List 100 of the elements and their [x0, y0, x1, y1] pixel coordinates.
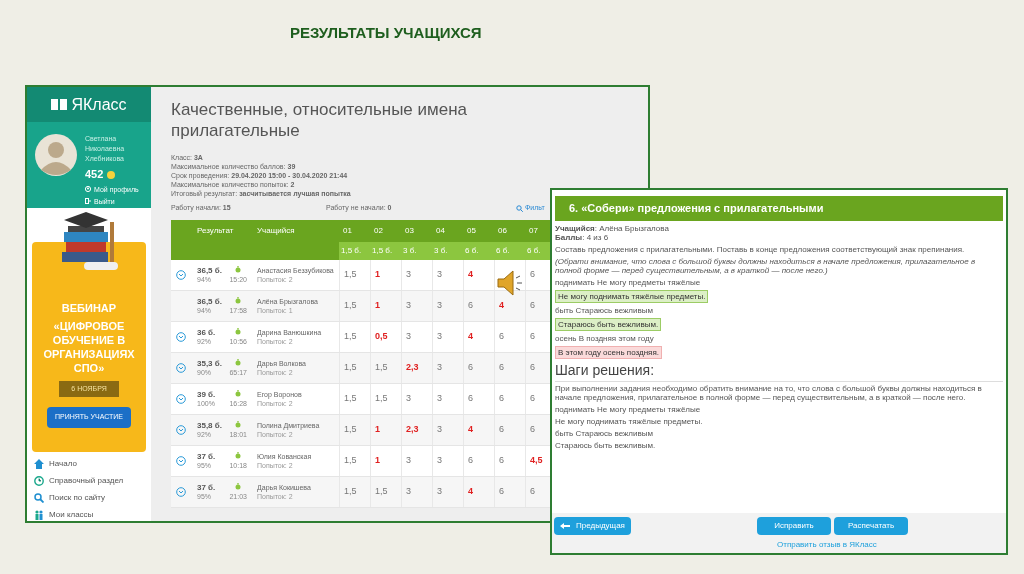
- correct-answer: Не могу поднимать тяжёлые предметы.: [555, 289, 709, 303]
- expand-icon[interactable]: [176, 331, 186, 342]
- expand-icon[interactable]: [176, 362, 186, 373]
- speaker-icon[interactable]: [495, 268, 525, 298]
- search-icon: [34, 493, 44, 503]
- exit-icon: [85, 198, 91, 205]
- banner-title: «ЦИФРОВОЕ ОБУЧЕНИЕ В ОРГАНИЗАЦИЯХ СПО»: [42, 318, 136, 375]
- score-cell: 1,5: [339, 414, 370, 445]
- column-header: Учащийся: [256, 224, 296, 237]
- points-line: Баллы: 4 из 6: [555, 232, 610, 242]
- instruction-text: Составь предложения с прилагательными. Поставь в конце предложения соответствующий знак препинания.: [555, 244, 966, 254]
- expand-icon[interactable]: [176, 393, 186, 404]
- slide-title: РЕЗУЛЬТАТЫ УЧАЩИХСЯ: [290, 23, 482, 43]
- score-cell: 1: [370, 445, 401, 476]
- task-header: 6. «Собери» предложения с прилагательными: [555, 196, 1003, 221]
- step-line: Не могу поднимать тяжёлые предметы.: [555, 416, 704, 426]
- score-cell: 4: [463, 321, 494, 352]
- score-cell: 3: [432, 321, 463, 352]
- banner-heading: ВЕБИНАР: [61, 301, 117, 316]
- score-cell: 3: [401, 321, 432, 352]
- score-text: 37 б.: [197, 451, 217, 461]
- stopwatch-icon: [235, 358, 242, 366]
- expand-icon[interactable]: [176, 269, 186, 280]
- hint-text: (Обрати внимание, что слова с большой буквы должны находиться в начале предложения, прилагательное в полной форме — перед существительным, а в краткой — после него.): [555, 256, 977, 275]
- score-text: 35,3 б.: [197, 358, 223, 368]
- nav-item[interactable]: Справочный раздел: [34, 475, 146, 487]
- score-cell: 6: [494, 321, 525, 352]
- score-text: 36,5 б.: [197, 296, 223, 306]
- arrow-left-icon: [560, 523, 570, 529]
- score-cell: 3: [432, 383, 463, 414]
- max-points: 6 б.: [463, 241, 494, 260]
- score-cell: 4: [463, 476, 494, 507]
- column-header: 04: [435, 224, 446, 237]
- score-cell: 1: [370, 414, 401, 445]
- score-cell: 1,5: [339, 383, 370, 414]
- score-cell: 6: [494, 383, 525, 414]
- expand-icon[interactable]: [176, 424, 186, 435]
- user-icon: [85, 186, 91, 193]
- student-line: Учащийся: Алёна Брызгалова: [555, 223, 670, 233]
- wrong-answer: В этом году осень поздняя.: [555, 345, 662, 359]
- clock-icon: [34, 476, 44, 486]
- score-cell: 0,5: [370, 321, 401, 352]
- score-cell: 3: [432, 290, 463, 321]
- stopwatch-icon: [235, 327, 242, 335]
- score-cell: 6: [463, 383, 494, 414]
- score-cell: 6: [494, 445, 525, 476]
- score-text: 35,8 б.: [197, 420, 223, 430]
- score-text: 37 б.: [197, 482, 217, 492]
- score-text: 36,5 б.: [197, 265, 223, 275]
- step-line: быть Стараюсь вежливым: [555, 428, 654, 438]
- score-cell: 1,5: [339, 259, 370, 290]
- expand-icon[interactable]: [176, 486, 186, 497]
- stopwatch-icon: [235, 389, 242, 397]
- prompt-text: осень В поздняя этом году: [555, 333, 654, 343]
- points-count: 452: [85, 167, 104, 183]
- nav-item[interactable]: Поиск по сайту: [34, 492, 146, 504]
- max-points: 1,5 б.: [370, 241, 401, 260]
- stopwatch-icon: [235, 296, 242, 304]
- score-cell: 3: [401, 476, 432, 507]
- nav-item[interactable]: Мои классы: [34, 509, 146, 521]
- score-cell: 3: [432, 414, 463, 445]
- score-cell: 1,5: [370, 383, 401, 414]
- score-cell: 1,5: [370, 352, 401, 383]
- expand-icon[interactable]: [176, 455, 186, 466]
- score-cell: 3: [401, 259, 432, 290]
- score-cell: 3: [432, 476, 463, 507]
- coin-icon: [107, 170, 116, 179]
- score-cell: 6: [463, 445, 494, 476]
- column-header: 07: [528, 224, 539, 237]
- score-text: 39 б.: [197, 389, 217, 399]
- score-cell: 1,5: [370, 476, 401, 507]
- score-cell: 3: [401, 383, 432, 414]
- column-header: 02: [373, 224, 384, 237]
- search-icon: [516, 204, 523, 212]
- score-cell: 6: [494, 352, 525, 383]
- max-points: 1,5 б.: [339, 241, 370, 260]
- column-header: Результат: [196, 224, 235, 237]
- score-cell: 1: [370, 259, 401, 290]
- score-cell: 3: [432, 352, 463, 383]
- logo-text[interactable]: ЯКласс: [71, 92, 127, 117]
- stopwatch-icon: [235, 265, 242, 273]
- nav-item[interactable]: Начало: [34, 458, 146, 470]
- prompt-text: поднимать Не могу предметы тяжёлые: [555, 277, 701, 287]
- score-cell: 6: [463, 290, 494, 321]
- score-cell: 4: [463, 414, 494, 445]
- page-title: Качественные, относительные имена прилагательные: [171, 99, 468, 141]
- steps-heading: Шаги решения:: [555, 361, 656, 378]
- score-cell: 3: [401, 445, 432, 476]
- column-header: 03: [404, 224, 415, 237]
- book-icon: [51, 99, 68, 111]
- score-cell: 1,5: [339, 445, 370, 476]
- home-icon: [34, 459, 44, 469]
- stopwatch-icon: [235, 482, 242, 490]
- score-cell: 4: [463, 259, 494, 290]
- score-cell: 6: [494, 414, 525, 445]
- score-cell: 1,5: [339, 290, 370, 321]
- column-header: 05: [466, 224, 477, 237]
- score-cell: 2,3: [401, 352, 432, 383]
- max-points: 6 б.: [494, 241, 525, 260]
- people-icon: [34, 510, 44, 520]
